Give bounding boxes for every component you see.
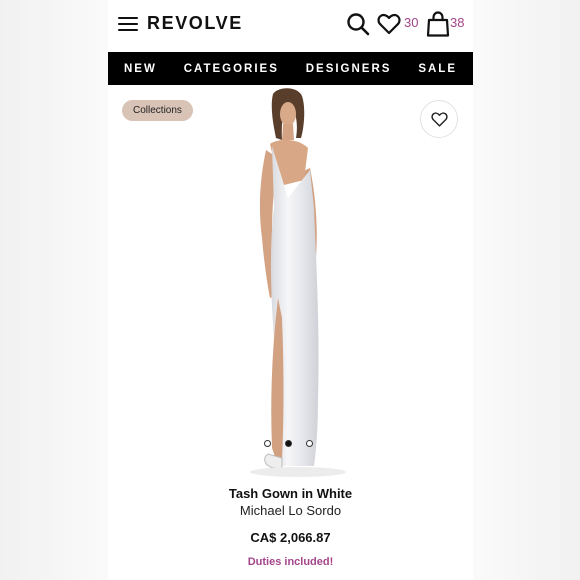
nav-item-sale[interactable]: SALE [418,63,457,75]
wishlist-count: 30 [404,15,419,30]
favorite-button[interactable] [420,100,458,138]
heart-icon[interactable] [377,12,401,36]
nav-item-categories[interactable]: CATEGORIES [184,63,279,75]
carousel-dot[interactable] [306,440,313,447]
app-screen: REVOLVE 30 38 NEW CATEGORIES DESIGNERS S… [108,0,473,580]
collections-chip[interactable]: Collections [122,100,193,121]
nav-item-new[interactable]: NEW [124,63,157,75]
product-price: CA$ 2,066.87 [250,530,331,545]
brand-logo[interactable]: REVOLVE [147,13,243,34]
product-image[interactable] [218,88,348,480]
header: REVOLVE 30 38 [108,0,473,52]
heart-outline-icon [430,111,448,127]
category-nav: NEW CATEGORIES DESIGNERS SALE [108,52,473,85]
search-icon[interactable] [346,12,370,36]
carousel-dot-active[interactable] [285,440,292,447]
bag-icon[interactable] [426,11,450,37]
duties-note: Duties included! [247,556,334,568]
product-name[interactable]: Tash Gown in White [108,486,473,501]
image-carousel-indicators [264,440,313,447]
carousel-dot[interactable] [264,440,271,447]
nav-item-designers[interactable]: DESIGNERS [306,63,392,75]
product-brand[interactable]: Michael Lo Sordo [108,503,473,518]
menu-icon[interactable] [118,17,138,33]
bag-count: 38 [450,15,465,30]
